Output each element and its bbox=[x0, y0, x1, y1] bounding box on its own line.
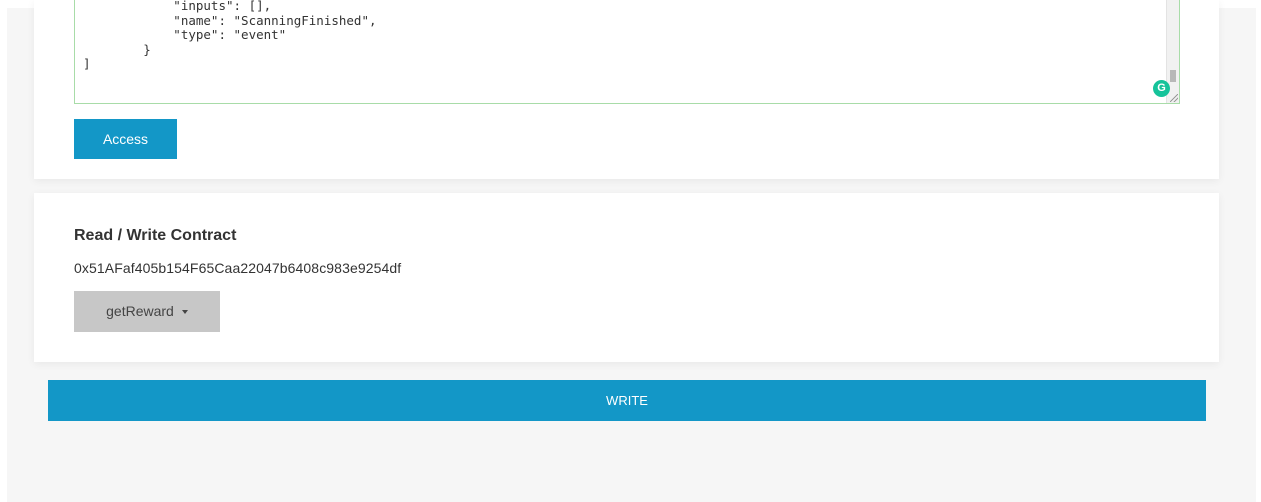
function-select-dropdown[interactable]: getReward bbox=[74, 291, 220, 332]
read-write-card bbox=[34, 193, 1219, 362]
contract-address: 0x51AFaf405b154F65Caa22047b6408c983e9254… bbox=[74, 260, 402, 276]
abi-textarea[interactable]: "inputs": [], "name": "ScanningFinished"… bbox=[74, 0, 1180, 104]
resize-grip-icon[interactable] bbox=[1170, 94, 1178, 102]
abi-code-text: "inputs": [], "name": "ScanningFinished"… bbox=[83, 0, 377, 71]
scrollbar-thumb[interactable] bbox=[1170, 70, 1176, 82]
read-write-title: Read / Write Contract bbox=[74, 227, 237, 244]
page: "inputs": [], "name": "ScanningFinished"… bbox=[0, 0, 1261, 502]
caret-down-icon bbox=[181, 310, 188, 315]
function-select-label: getReward bbox=[106, 303, 174, 319]
access-button[interactable]: Access bbox=[74, 119, 177, 159]
write-button[interactable]: WRITE bbox=[48, 380, 1206, 421]
grammarly-icon[interactable]: G bbox=[1153, 80, 1170, 97]
